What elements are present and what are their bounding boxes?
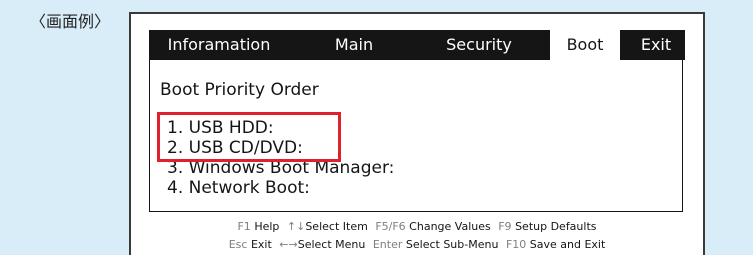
tab-main[interactable]: Main (319, 30, 389, 60)
tab-boot[interactable]: Boot (550, 30, 620, 60)
tab-security[interactable]: Security (419, 30, 539, 60)
boot-item-network-boot[interactable]: 4. Network Boot: (167, 178, 310, 198)
help-action: Help (254, 220, 280, 233)
figure-caption: 〈画面例〉 (30, 12, 111, 31)
arrow-left-right-icon: ←→ (279, 238, 298, 251)
tab-exit[interactable]: Exit (626, 30, 686, 60)
help-action: Select Item (305, 220, 368, 233)
bios-menu-bar: Inforamation Main Security Boot Exit (149, 30, 685, 60)
help-row-1: F1 Help ↑↓Select Item F5/F6 Change Value… (131, 220, 703, 233)
help-action: Select Sub-Menu (405, 238, 499, 251)
key-f5-f6: F5/F6 (375, 220, 406, 233)
highlight-box (157, 112, 341, 162)
key-esc: Esc (228, 238, 248, 251)
help-row-2: Esc Exit ←→Select Menu Enter Select Sub-… (131, 238, 703, 251)
key-f10: F10 (505, 238, 527, 251)
help-action: Save and Exit (529, 238, 606, 251)
key-enter: Enter (372, 238, 403, 251)
help-action: Setup Defaults (515, 220, 597, 233)
key-f9: F9 (498, 220, 512, 233)
help-action: Exit (250, 238, 272, 251)
boot-priority-title: Boot Priority Order (160, 80, 319, 100)
help-action: Change Values (409, 220, 491, 233)
arrow-up-down-icon: ↑↓ (286, 220, 306, 233)
tab-information[interactable]: Inforamation (149, 30, 289, 60)
bios-screen: Inforamation Main Security Boot Exit Boo… (129, 12, 705, 255)
boot-panel: Boot Priority Order 1. USB HDD: 2. USB C… (149, 60, 683, 212)
key-f1: F1 (237, 220, 251, 233)
help-action: Select Menu (297, 238, 366, 251)
